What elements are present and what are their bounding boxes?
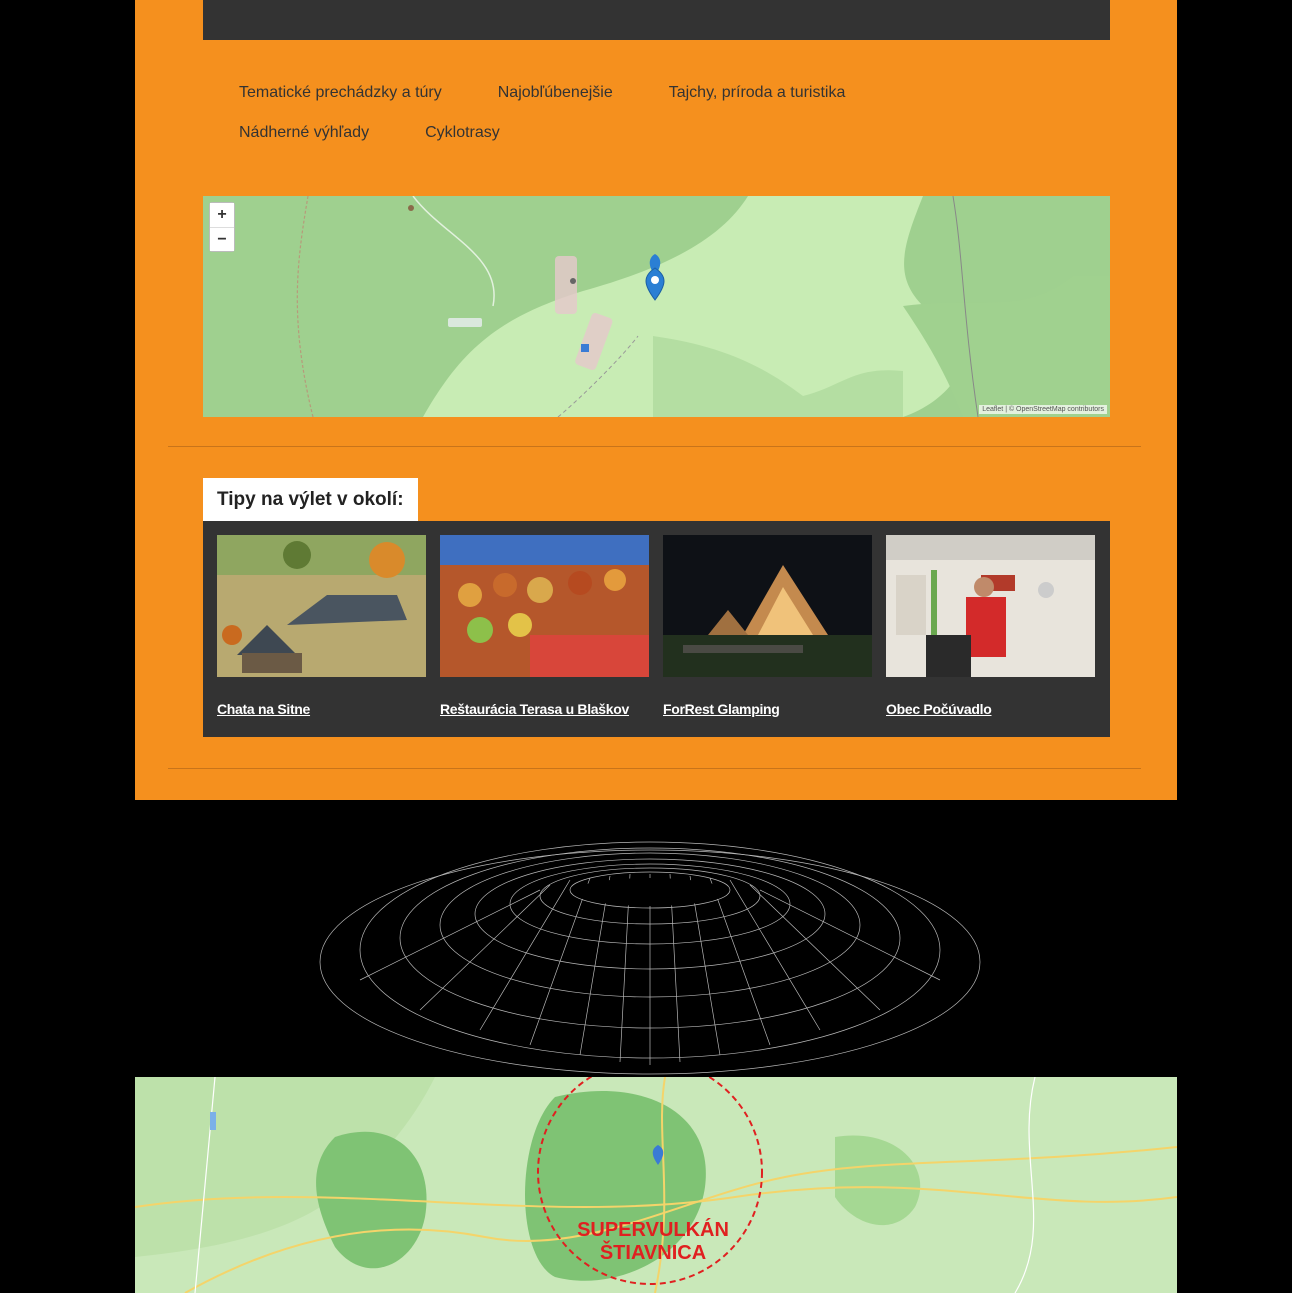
volcano-wireframe-image xyxy=(250,830,1050,1075)
chalet-photo-icon[interactable] xyxy=(217,535,426,677)
map-tiles xyxy=(203,196,1110,417)
zoom-in-button[interactable]: + xyxy=(210,203,234,227)
category-link-thematic-walks[interactable]: Tematické prechádzky a túry xyxy=(239,82,442,104)
location-map[interactable]: + − Leaflet | © OpenStreetMap contributo… xyxy=(203,196,1110,417)
tip-link-restaurant[interactable]: Reštaurácia Terasa u Blaškov xyxy=(440,701,629,717)
tip-link-village[interactable]: Obec Počúvadlo xyxy=(886,701,992,717)
food-photo-icon[interactable] xyxy=(440,535,649,677)
top-dark-bar xyxy=(203,0,1110,40)
supervolcano-label-line2: ŠTIAVNICA xyxy=(599,1242,707,1264)
category-links: Tematické prechádzky a túry Najobľúbenej… xyxy=(239,82,999,144)
category-link-cycle-routes[interactable]: Cyklotrasy xyxy=(425,122,500,144)
tip-card-village[interactable]: Obec Počúvadlo xyxy=(886,535,1095,717)
category-link-most-popular[interactable]: Najobľúbenejšie xyxy=(498,82,613,104)
content-panel: Tematické prechádzky a túry Najobľúbenej… xyxy=(135,0,1177,800)
map-zoom-control: + − xyxy=(209,202,235,252)
tip-card-restaurant[interactable]: Reštaurácia Terasa u Blaškov xyxy=(440,535,649,717)
tip-link-chata[interactable]: Chata na Sitne xyxy=(217,701,310,717)
supervolcano-label: SUPERVULKÁN ŠTIAVNICA xyxy=(573,1219,733,1265)
map-attribution[interactable]: Leaflet | © OpenStreetMap contributors xyxy=(979,405,1107,414)
section-divider-bottom xyxy=(168,768,1141,769)
category-link-views[interactable]: Nádherné výhľady xyxy=(239,122,369,144)
category-link-tajchy-nature[interactable]: Tajchy, príroda a turistika xyxy=(669,82,846,104)
tip-link-glamping[interactable]: ForRest Glamping xyxy=(663,701,780,717)
supervolcano-label-line1: SUPERVULKÁN xyxy=(577,1219,729,1241)
tips-container: Chata na Sitne Reštaurácia Terasa u Blaš… xyxy=(203,521,1110,737)
section-divider xyxy=(168,446,1141,447)
tip-card-glamping[interactable]: ForRest Glamping xyxy=(663,535,872,717)
tip-card-chata[interactable]: Chata na Sitne xyxy=(217,535,426,717)
region-map: SUPERVULKÁN ŠTIAVNICA xyxy=(135,1077,1177,1293)
volcano-icon xyxy=(319,841,981,1075)
village-photo-icon[interactable] xyxy=(886,535,1095,677)
glamping-photo-icon[interactable] xyxy=(663,535,872,677)
tips-heading: Tipy na výlet v okolí: xyxy=(203,478,418,521)
zoom-out-button[interactable]: − xyxy=(210,227,234,251)
